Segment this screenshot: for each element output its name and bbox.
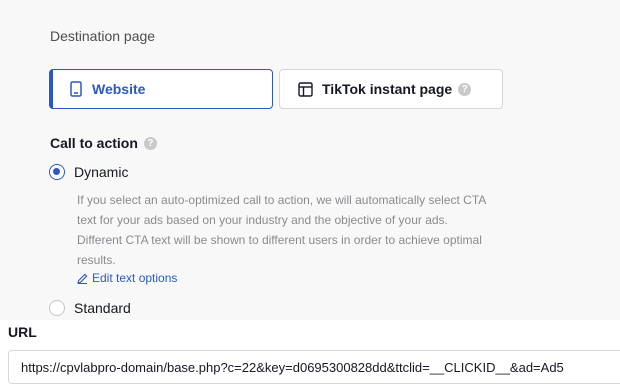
destination-page-label: Destination page xyxy=(50,28,156,44)
website-option-label: Website xyxy=(92,81,146,97)
pencil-icon xyxy=(77,273,88,284)
call-to-action-title: Call to action ? xyxy=(50,135,157,151)
call-to-action-label: Call to action xyxy=(50,135,138,151)
layout-page-icon xyxy=(298,81,313,97)
standard-radio-option[interactable]: Standard xyxy=(49,300,131,316)
description-line: text for your ads based on your industry… xyxy=(77,213,448,227)
standard-radio-label: Standard xyxy=(74,300,131,316)
url-input[interactable] xyxy=(8,350,620,384)
description-line: Different CTA text will be shown to diff… xyxy=(77,233,482,247)
dynamic-cta-description: If you select an auto-optimized call to … xyxy=(77,190,497,270)
mobile-phone-icon xyxy=(70,81,82,97)
dynamic-radio-label: Dynamic xyxy=(74,164,129,180)
help-icon[interactable]: ? xyxy=(143,136,157,150)
help-icon[interactable]: ? xyxy=(458,82,472,96)
standard-radio-button[interactable] xyxy=(49,300,65,316)
destination-panel: Destination page Website TikTok instant … xyxy=(0,0,620,320)
tiktok-instant-page-button[interactable]: TikTok instant page ? xyxy=(279,69,503,109)
edit-text-options-label: Edit text options xyxy=(92,271,178,285)
dynamic-radio-option[interactable]: Dynamic xyxy=(49,164,128,180)
website-option-button[interactable]: Website xyxy=(49,69,273,109)
tiktok-instant-page-label: TikTok instant page xyxy=(322,81,453,97)
dynamic-radio-button[interactable] xyxy=(49,164,65,180)
edit-text-options-link[interactable]: Edit text options xyxy=(77,271,177,285)
description-line: If you select an auto-optimized call to … xyxy=(77,193,487,207)
description-line: results. xyxy=(77,253,116,267)
url-label: URL xyxy=(8,324,37,340)
